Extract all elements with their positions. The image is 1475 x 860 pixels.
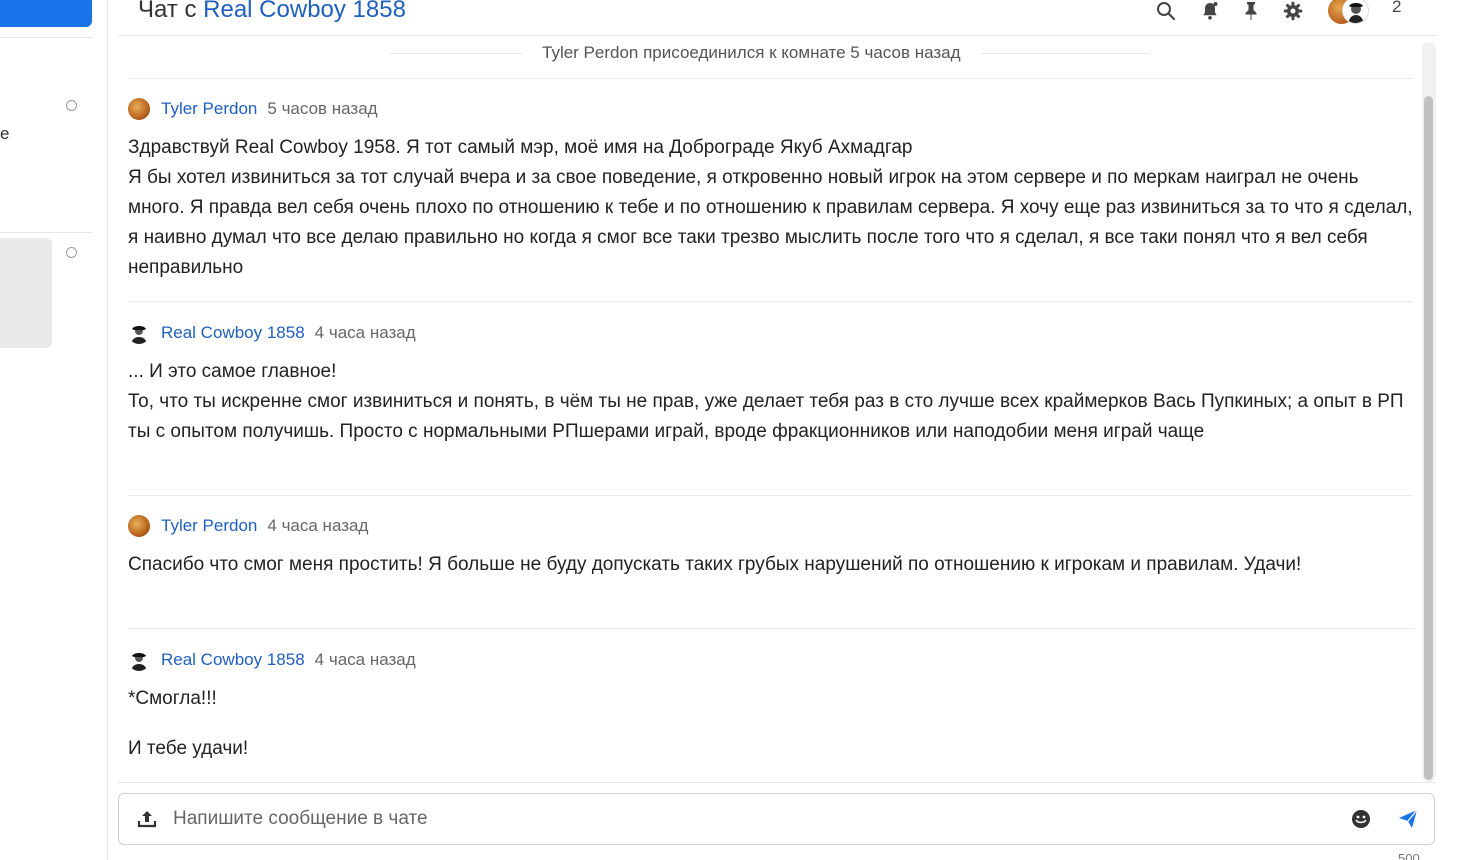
message-body: Спасибо что смог меня простить! Я больше…: [128, 550, 1413, 580]
search-icon[interactable]: [1155, 0, 1177, 22]
message-composer: [118, 793, 1435, 845]
message-paragraph: И тебе удачи!: [128, 738, 249, 759]
avatar[interactable]: [128, 98, 150, 120]
status-dot-icon: [66, 100, 77, 111]
chat-message: Tyler Perdon 5 часов назад Здравствуй Re…: [128, 97, 1413, 283]
message-body: ... И это самое главное! То, что ты искр…: [128, 357, 1413, 447]
composer-divider: [118, 782, 1436, 783]
sidebar-active-button[interactable]: [0, 0, 92, 27]
message-paragraph: Здравствуй Real Cowboy 1958. Я тот самый…: [128, 137, 913, 158]
bell-icon[interactable]: [1199, 0, 1221, 22]
system-message: Tyler Perdon присоединился к комнате 5 ч…: [522, 43, 981, 63]
message-input[interactable]: [173, 794, 1323, 844]
message-author[interactable]: Real Cowboy 1858: [161, 323, 305, 343]
message-body: Здравствуй Real Cowboy 1958. Я тот самый…: [128, 133, 1413, 283]
upload-icon[interactable]: [135, 807, 159, 831]
message-divider: [128, 78, 1413, 79]
sidebar-divider: [0, 232, 92, 233]
message-divider: [128, 301, 1413, 302]
avatar: [1342, 0, 1369, 24]
message-author[interactable]: Real Cowboy 1858: [161, 650, 305, 670]
message-body: *Смогла!!! И тебе удачи!: [128, 684, 1413, 764]
message-paragraph: Спасибо что смог меня простить! Я больше…: [128, 554, 1302, 575]
chat-partner-link[interactable]: Real Cowboy 1858: [203, 0, 406, 23]
participants-avatars[interactable]: [1328, 0, 1369, 25]
title-prefix: Чат с: [138, 0, 197, 23]
message-divider: [128, 628, 1413, 629]
message-paragraph: То, что ты искренне смог извиниться и по…: [128, 391, 1404, 442]
send-icon[interactable]: [1395, 806, 1421, 832]
chat-message: Tyler Perdon 4 часа назад Спасибо что см…: [128, 514, 1413, 580]
avatar[interactable]: [128, 649, 150, 671]
scrollbar-thumb[interactable]: [1424, 96, 1433, 780]
message-paragraph: *Смогла!!!: [128, 688, 217, 709]
message-paragraph: Я бы хотел извиниться за тот случай вчер…: [128, 167, 1413, 278]
avatar[interactable]: [128, 322, 150, 344]
message-paragraph: ... И это самое главное!: [128, 361, 337, 382]
page-title: Чат с Real Cowboy 1858: [138, 0, 406, 24]
char-limit: 500: [1398, 851, 1420, 860]
sidebar: e: [0, 0, 108, 860]
chat-message: Real Cowboy 1858 4 часа назад ... И это …: [128, 321, 1413, 447]
message-time: 4 часа назад: [314, 323, 416, 342]
emoji-icon[interactable]: [1349, 807, 1373, 831]
message-author[interactable]: Tyler Perdon: [161, 516, 257, 536]
member-count: 2: [1392, 0, 1402, 16]
sidebar-item-selected[interactable]: [0, 238, 52, 348]
pin-icon[interactable]: [1240, 0, 1262, 22]
message-time: 4 часа назад: [314, 650, 416, 669]
chat-header: Чат с Real Cowboy 1858 2: [118, 0, 1436, 36]
avatar[interactable]: [128, 515, 150, 537]
sidebar-divider: [0, 37, 92, 38]
sidebar-item-label[interactable]: e: [0, 124, 9, 144]
message-divider: [128, 495, 1413, 496]
gear-icon[interactable]: [1282, 0, 1304, 22]
chat-message: Real Cowboy 1858 4 часа назад *Смогла!!!…: [128, 648, 1413, 764]
message-author[interactable]: Tyler Perdon: [161, 99, 257, 119]
status-dot-icon: [66, 247, 77, 258]
message-time: 5 часов назад: [267, 99, 378, 118]
message-time: 4 часа назад: [267, 516, 369, 535]
